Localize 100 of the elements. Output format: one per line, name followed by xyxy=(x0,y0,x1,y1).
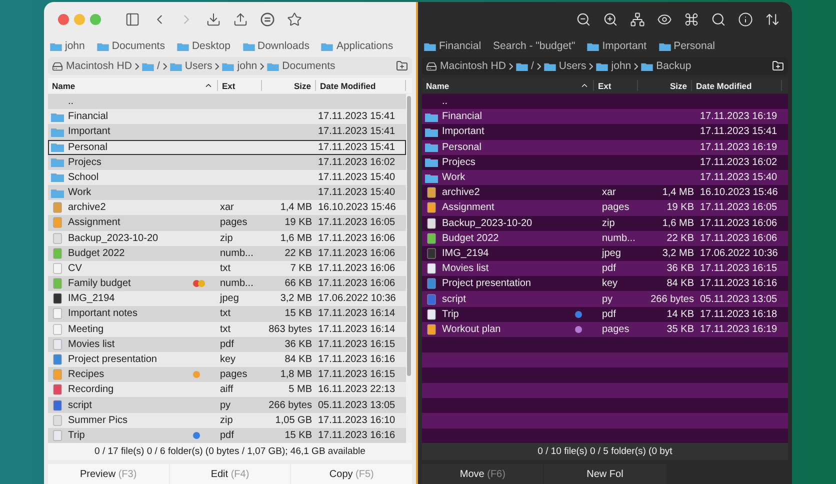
file-ext: numb... xyxy=(601,232,636,244)
file-row[interactable]: Recipes pages 1,8 MB 17.11.2023 16:15 xyxy=(48,367,406,382)
file-ext: key xyxy=(601,278,619,290)
folder-icon xyxy=(267,62,280,70)
file-date: 17.11.2023 16:06 xyxy=(317,232,396,244)
file-size: 84 KB xyxy=(284,354,313,365)
file-ext: aiff xyxy=(219,384,234,396)
file-row[interactable]: Financial 17.11.2023 15:41 xyxy=(48,109,406,124)
file-ext: pdf xyxy=(601,308,617,320)
file-row[interactable]: IMG_2194 jpeg 3,2 MB 17.06.2022 10:36 xyxy=(48,291,406,306)
file-name: Personal xyxy=(441,142,482,153)
file-row[interactable]: Personal 17.11.2023 15:41 xyxy=(48,140,406,155)
folder-icon xyxy=(176,42,189,50)
sidebar-icon[interactable] xyxy=(125,12,140,26)
favorite-link[interactable]: Search - "budget" xyxy=(493,40,576,52)
file-date: 17.11.2023 16:05 xyxy=(317,217,396,228)
path-segment[interactable]: / xyxy=(530,60,534,72)
file-row[interactable]: Personal 17.11.2023 16:19 xyxy=(422,140,788,155)
function-key-button[interactable]: New Fol xyxy=(544,464,666,484)
file-row[interactable]: archive2 xar 1,4 MB 16.10.2023 15:46 xyxy=(48,200,406,216)
scrollbar[interactable] xyxy=(406,94,412,443)
file-name: Trip xyxy=(441,308,460,320)
file-size: 19 KB xyxy=(666,202,695,214)
file-date: 17.11.2023 16:06 xyxy=(317,278,396,290)
favorite-link[interactable]: Important xyxy=(602,40,647,52)
column-heading[interactable]: Size xyxy=(638,80,692,91)
column-heading[interactable]: Name xyxy=(48,80,218,91)
column-heading[interactable]: Name xyxy=(422,80,594,91)
file-row[interactable]: Trip pdf 15 KB 17.11.2023 16:16 xyxy=(48,428,406,443)
path-segment[interactable]: john xyxy=(611,60,632,72)
file-row[interactable]: Family budget numb... 66 KB 17.11.2023 16:06 xyxy=(48,276,406,292)
column-heading[interactable]: Date Modified xyxy=(692,80,782,91)
document-icon xyxy=(53,293,62,304)
file-row[interactable]: Project presentation key 84 KB 17.11.2023 16:16 xyxy=(422,276,788,292)
favorite-link[interactable]: Personal xyxy=(674,40,716,52)
file-row[interactable]: Project presentation key 84 KB 17.11.2023 16:16 xyxy=(48,352,406,368)
favorite-link[interactable]: Downloads xyxy=(258,40,310,52)
document-icon xyxy=(427,278,436,290)
file-name: Personal xyxy=(67,142,108,153)
file-row[interactable]: Projecs 17.11.2023 16:02 xyxy=(48,154,406,170)
file-row[interactable]: Movies list pdf 36 KB 17.11.2023 16:15 xyxy=(422,261,788,276)
favorite-link[interactable]: Desktop xyxy=(192,40,230,52)
file-name: Budget 2022 xyxy=(441,232,500,244)
path-segment[interactable]: Users xyxy=(558,60,586,72)
function-key-button[interactable]: Edit (F4) xyxy=(170,464,290,484)
file-name: Financial xyxy=(441,111,484,122)
document-icon xyxy=(427,248,436,259)
network-icon[interactable] xyxy=(630,12,645,26)
file-row[interactable]: Recording aiff 5 MB 16.11.2023 22:13 xyxy=(48,382,406,398)
file-name: Backup_2023-10-20 xyxy=(441,218,534,229)
search-icon[interactable] xyxy=(711,12,726,26)
file-name: Summer Pics xyxy=(67,414,128,426)
path-segment[interactable]: Macintosh HD xyxy=(440,60,506,72)
favorite-link[interactable]: Applications xyxy=(336,40,394,52)
file-row[interactable]: Important notes txt 15 KB 17.11.2023 16:14 xyxy=(48,306,406,322)
file-name: Project presentation xyxy=(67,354,158,365)
file-date: 17.11.2023 15:41 xyxy=(317,142,396,153)
file-name: Important xyxy=(441,126,486,138)
file-row[interactable]: archive2 xar 1,4 MB 16.10.2023 15:46 xyxy=(422,185,788,200)
zoom-out-icon[interactable] xyxy=(576,12,591,26)
document-icon xyxy=(53,202,62,214)
path-segment[interactable]: Documents xyxy=(282,60,336,72)
swap-icon[interactable] xyxy=(765,12,780,26)
chevron-icon xyxy=(536,62,541,70)
column-heading[interactable]: Ext xyxy=(594,80,638,91)
path-segment[interactable]: Macintosh HD xyxy=(66,60,132,72)
document-icon xyxy=(427,218,436,229)
function-key-button[interactable]: Copy (F5) xyxy=(291,464,412,484)
path-segment[interactable]: john xyxy=(237,60,258,72)
function-key-button[interactable]: Move (F6) xyxy=(422,464,544,484)
file-name: Workout plan xyxy=(441,324,502,335)
equals-circle-icon[interactable] xyxy=(260,12,275,26)
command-icon[interactable] xyxy=(684,12,699,26)
favorite-link[interactable]: Documents xyxy=(112,40,165,52)
file-name: Assignment xyxy=(67,217,122,228)
file-row[interactable]: Financial 17.11.2023 16:19 xyxy=(422,109,788,124)
eye-icon[interactable] xyxy=(657,12,672,26)
favorite-link[interactable]: john xyxy=(65,40,85,52)
upload-icon[interactable] xyxy=(233,12,248,26)
file-ext: pages xyxy=(601,324,630,335)
file-ext: jpeg xyxy=(218,293,240,304)
column-heading[interactable]: Ext xyxy=(218,80,262,91)
file-date: 17.11.2023 16:06 xyxy=(699,232,778,244)
document-icon xyxy=(53,262,62,274)
zoom-in-icon[interactable] xyxy=(603,12,618,26)
file-ext: txt xyxy=(219,308,232,320)
function-key-button[interactable]: Preview (F3) xyxy=(48,464,169,484)
file-row[interactable]: Backup_2023-10-20 zip 1,6 MB 17.11.2023 16:06 xyxy=(422,216,788,231)
info-icon[interactable] xyxy=(738,12,753,26)
close-button[interactable] xyxy=(58,14,69,24)
download-icon[interactable] xyxy=(206,12,221,26)
column-heading[interactable]: Size xyxy=(262,80,316,91)
column-heading[interactable]: Date Modified xyxy=(316,80,406,91)
path-segment[interactable]: Users xyxy=(184,60,212,72)
file-row[interactable]: script py 266 bytes 05.11.2023 13:05 xyxy=(48,397,406,413)
path-segment[interactable]: / xyxy=(156,60,160,72)
file-date: 17.11.2023 15:40 xyxy=(317,187,396,198)
path-segment[interactable]: Backup xyxy=(656,60,692,72)
favorite-link[interactable]: Financial xyxy=(439,40,482,52)
star-icon[interactable] xyxy=(287,12,302,26)
